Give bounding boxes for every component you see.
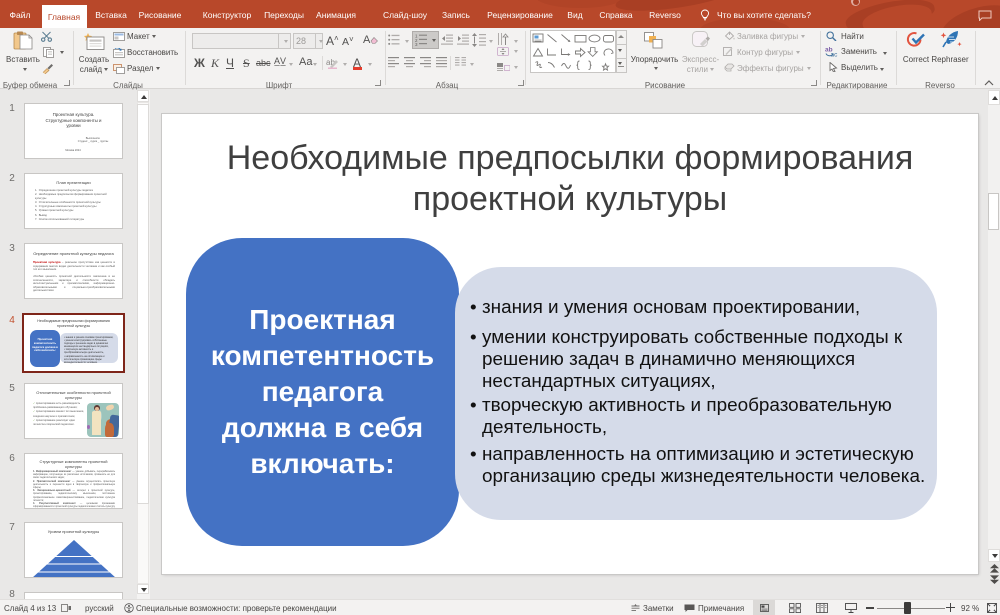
svg-text:ac: ac xyxy=(831,52,839,58)
svg-text:3: 3 xyxy=(415,42,418,46)
